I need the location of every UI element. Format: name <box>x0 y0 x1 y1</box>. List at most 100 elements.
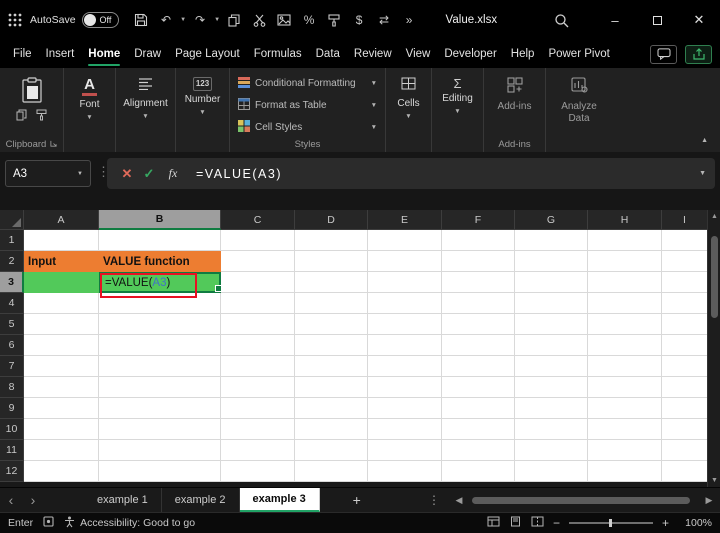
select-all-button[interactable] <box>0 210 24 230</box>
horizontal-scrollbar-thumb[interactable] <box>472 496 690 504</box>
col-header-a[interactable]: A <box>24 210 99 230</box>
menu-tab-page-layout[interactable]: Page Layout <box>168 40 247 68</box>
row-header-9[interactable]: 9 <box>0 398 24 419</box>
scroll-up-icon[interactable]: ▲ <box>708 213 720 220</box>
cell-styles-button[interactable]: Cell Styles ▼ <box>230 116 385 138</box>
col-header-h[interactable]: H <box>588 210 662 230</box>
redo-button[interactable]: ↷ <box>188 0 213 40</box>
normal-view-icon[interactable] <box>487 516 500 530</box>
format-painter-icon[interactable] <box>322 0 347 40</box>
expand-formula-bar-icon[interactable]: ▼ <box>699 170 706 177</box>
paste-button[interactable] <box>21 74 43 104</box>
cell-b2[interactable]: VALUE function <box>99 251 221 272</box>
page-layout-view-icon[interactable] <box>509 516 522 530</box>
sheet-tab-example-3[interactable]: example 3 <box>239 488 320 512</box>
col-header-b[interactable]: B <box>99 210 221 230</box>
row-header-12[interactable]: 12 <box>0 461 24 482</box>
row-header-7[interactable]: 7 <box>0 356 24 377</box>
conditional-formatting-button[interactable]: Conditional Formatting ▼ <box>230 72 385 94</box>
analyze-data-button[interactable]: Analyze Data <box>555 74 603 125</box>
clipboard-dialog-launcher-icon[interactable] <box>50 139 57 150</box>
autosave-toggle[interactable]: Off <box>81 12 119 28</box>
horizontal-scrollbar[interactable] <box>470 496 698 505</box>
col-header-g[interactable]: G <box>515 210 588 230</box>
hscroll-left-icon[interactable]: ◀ <box>452 495 466 506</box>
percent-style-icon[interactable]: % <box>297 0 322 40</box>
insert-function-icon[interactable]: fx <box>160 166 186 181</box>
zoom-level[interactable]: 100% <box>678 517 712 529</box>
search-icon[interactable] <box>540 0 582 40</box>
col-header-e[interactable]: E <box>368 210 442 230</box>
cell-a2[interactable]: Input <box>24 251 99 272</box>
format-as-table-button[interactable]: Format as Table ▼ <box>230 94 385 116</box>
hscroll-right-icon[interactable]: ▶ <box>702 495 716 506</box>
font-button[interactable]: A Font ▼ <box>79 74 99 121</box>
copy-icon[interactable] <box>222 0 247 40</box>
row-header-8[interactable]: 8 <box>0 377 24 398</box>
next-sheet-icon[interactable]: › <box>22 488 44 512</box>
currency-icon[interactable]: $ <box>347 0 372 40</box>
cells-area[interactable]: Input VALUE function =VALUE(A3) <box>24 230 707 482</box>
col-header-c[interactable]: C <box>221 210 295 230</box>
undo-dropdown-icon[interactable]: ▼ <box>179 17 188 23</box>
alignment-button[interactable]: Alignment ▼ <box>123 74 168 120</box>
vertical-scrollbar-thumb[interactable] <box>711 236 718 318</box>
sheet-tab-example-1[interactable]: example 1 <box>84 488 162 512</box>
menu-tab-draw[interactable]: Draw <box>127 40 168 68</box>
menu-tab-developer[interactable]: Developer <box>437 40 503 68</box>
more-quick-access-icon[interactable]: » <box>397 0 422 40</box>
menu-tab-home[interactable]: Home <box>81 40 127 68</box>
col-header-f[interactable]: F <box>442 210 515 230</box>
accessibility-status[interactable]: Accessibility: Good to go <box>64 516 195 531</box>
zoom-out-icon[interactable]: − <box>553 516 560 530</box>
vertical-scrollbar[interactable]: ▲ ▼ <box>707 210 720 487</box>
redo-dropdown-icon[interactable]: ▼ <box>213 17 222 23</box>
menu-tab-data[interactable]: Data <box>309 40 347 68</box>
menu-tab-help[interactable]: Help <box>504 40 542 68</box>
maximize-button[interactable] <box>636 0 678 40</box>
zoom-slider-thumb[interactable] <box>608 519 612 527</box>
copy-small-icon[interactable] <box>16 108 27 126</box>
menu-tab-power-pivot[interactable]: Power Pivot <box>541 40 616 68</box>
collapse-ribbon-icon[interactable]: ▲ <box>701 137 708 144</box>
macro-record-icon[interactable] <box>43 516 54 530</box>
menu-tab-insert[interactable]: Insert <box>39 40 82 68</box>
row-header-3[interactable]: 3 <box>0 272 24 293</box>
fill-handle[interactable] <box>215 285 222 292</box>
save-button[interactable] <box>129 0 154 40</box>
menu-tab-formulas[interactable]: Formulas <box>247 40 309 68</box>
row-header-5[interactable]: 5 <box>0 314 24 335</box>
new-sheet-button[interactable]: + <box>342 488 372 512</box>
formula-input[interactable]: ✕ ✓ fx =VALUE(A3) ▼ <box>107 158 715 189</box>
row-header-11[interactable]: 11 <box>0 440 24 461</box>
zoom-in-icon[interactable]: + <box>662 516 669 530</box>
row-header-1[interactable]: 1 <box>0 230 24 251</box>
row-header-10[interactable]: 10 <box>0 419 24 440</box>
row-header-4[interactable]: 4 <box>0 293 24 314</box>
share-button[interactable] <box>685 44 712 64</box>
sheet-options-icon[interactable]: ⋮ <box>420 493 448 507</box>
close-button[interactable]: ✕ <box>678 0 720 40</box>
number-button[interactable]: 123 Number ▼ <box>185 74 220 116</box>
menu-tab-review[interactable]: Review <box>347 40 399 68</box>
name-box[interactable]: A3 ▼ <box>5 160 91 187</box>
prev-sheet-icon[interactable]: ‹ <box>0 488 22 512</box>
format-painter-small-icon[interactable] <box>36 108 47 126</box>
comments-button[interactable] <box>650 44 677 64</box>
zoom-slider[interactable] <box>568 519 653 527</box>
sheet-tab-example-2[interactable]: example 2 <box>162 488 240 512</box>
picture-icon[interactable] <box>272 0 297 40</box>
menu-tab-file[interactable]: File <box>6 40 39 68</box>
minimize-button[interactable]: – <box>594 0 636 40</box>
confirm-entry-icon[interactable]: ✓ <box>138 166 160 182</box>
page-break-view-icon[interactable] <box>531 516 544 530</box>
addins-button[interactable]: Add-ins <box>498 74 531 113</box>
menu-tab-view[interactable]: View <box>399 40 438 68</box>
cut-icon[interactable] <box>247 0 272 40</box>
col-header-i[interactable]: I <box>662 210 707 230</box>
swap-arrows-icon[interactable]: ⇄ <box>372 0 397 40</box>
name-box-dropdown-icon[interactable]: ▼ <box>77 171 83 177</box>
cell-a3[interactable] <box>24 272 99 293</box>
cells-button[interactable]: Cells ▼ <box>397 74 420 120</box>
scroll-down-icon[interactable]: ▼ <box>708 477 720 484</box>
